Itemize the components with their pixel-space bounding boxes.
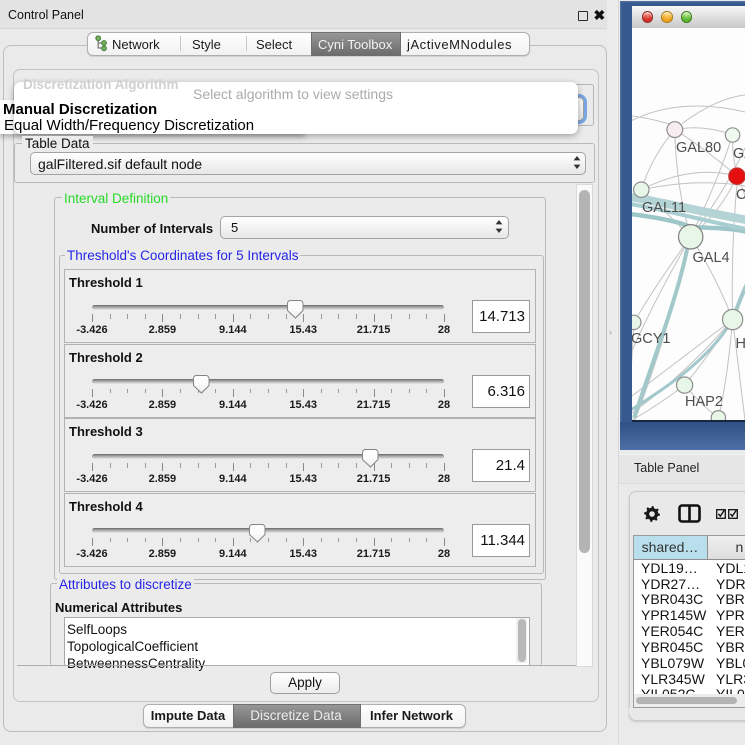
svg-text:GA: GA: [733, 146, 745, 162]
svg-text:GAL11: GAL11: [642, 200, 686, 216]
svg-text:GAL4: GAL4: [693, 250, 730, 266]
svg-text:C: C: [736, 187, 745, 203]
svg-text:GAL80: GAL80: [676, 140, 721, 156]
svg-text:GCY1: GCY1: [632, 331, 671, 347]
svg-text:HAP2: HAP2: [685, 394, 723, 410]
svg-text:H: H: [736, 336, 745, 352]
